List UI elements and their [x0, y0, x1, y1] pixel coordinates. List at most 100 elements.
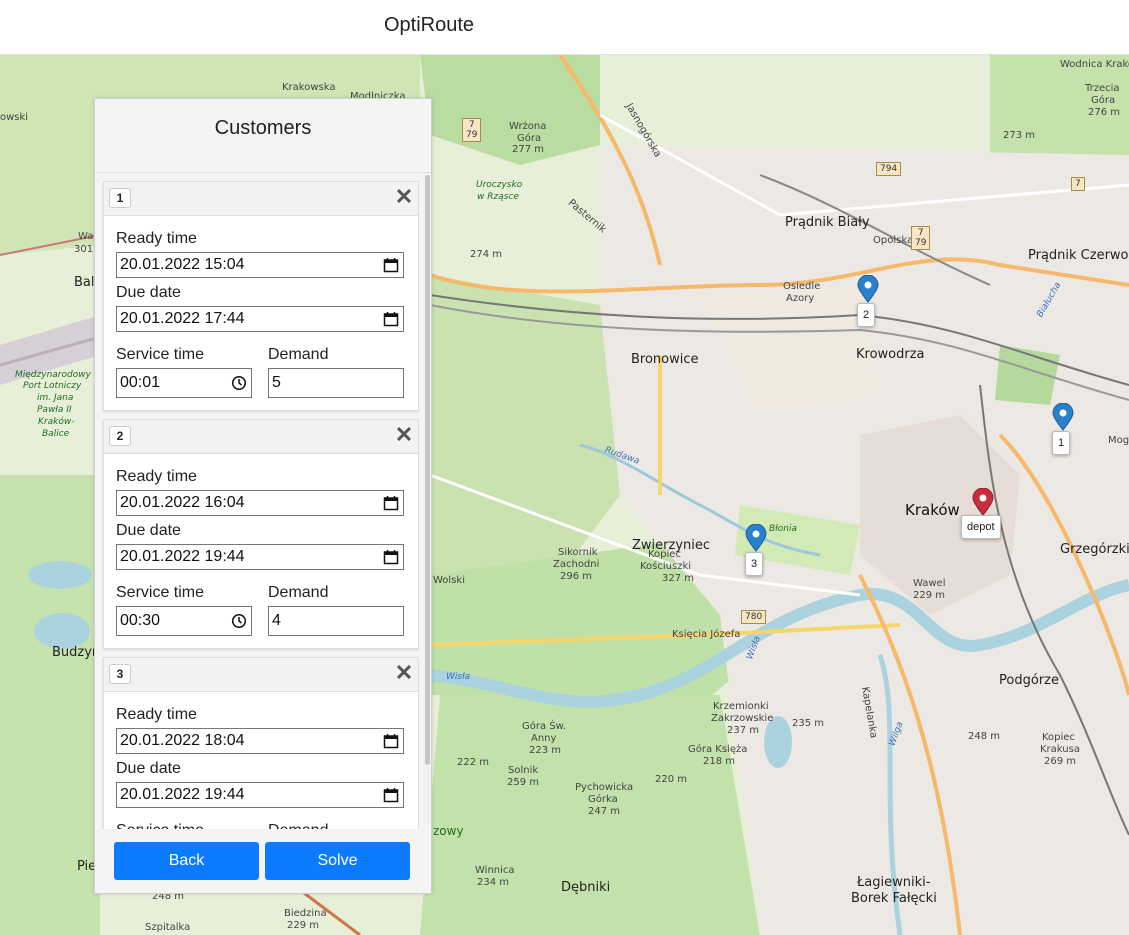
- clock-icon[interactable]: [231, 375, 247, 391]
- calendar-icon[interactable]: [383, 733, 399, 749]
- street-krakowska: Krakowska: [282, 82, 336, 93]
- due-date-label: Due date: [116, 760, 181, 777]
- place-kopiec-krakusa: Kopiec: [1042, 732, 1075, 743]
- road-shield-number: 7: [468, 120, 475, 130]
- place-pradnik-bialy: Prądnik Biały: [785, 215, 870, 230]
- place-airport-4: Pawła II: [37, 405, 72, 415]
- place-pychowicka: Pychowicka: [575, 782, 634, 793]
- service-time-value: 00:01: [120, 374, 161, 391]
- road-shield: 780: [741, 610, 767, 624]
- demand-value: 5: [272, 374, 281, 391]
- place-solnik: Solnik: [508, 765, 539, 776]
- due-date-input[interactable]: 20.01.2022 19:44: [116, 544, 404, 570]
- panel-title: Customers: [214, 117, 312, 139]
- ready-time-input[interactable]: 20.01.2022 18:04: [116, 728, 404, 754]
- place-234m: 234 m: [477, 877, 510, 888]
- place-wodnica: Wodnica Krakowa: [1060, 59, 1129, 70]
- road-shield-number: 79: [466, 130, 478, 140]
- place-wolski: Wolski: [433, 575, 465, 586]
- demand-label: Demand: [268, 822, 328, 829]
- service-time-input[interactable]: 00:30: [116, 606, 252, 636]
- demand-input[interactable]: 5: [268, 368, 404, 398]
- ready-time-label: Ready time: [116, 468, 197, 485]
- place-235m: 235 m: [792, 718, 825, 729]
- place-krzemionki: Krzemionki: [713, 701, 769, 712]
- service-time-label: Service time: [116, 584, 205, 601]
- customer-card-3: 3 ✕ Ready time 20.01.2022 18:04 Due date…: [103, 657, 419, 829]
- ready-time-input[interactable]: 20.01.2022 16:04: [116, 490, 404, 516]
- road-shield: 7 79: [462, 118, 482, 142]
- place-debniki: Dębniki: [561, 880, 611, 895]
- customer-card-2: 2 ✕ Ready time 20.01.2022 16:04 Due date…: [103, 419, 419, 649]
- ready-time-value: 20.01.2022 15:04: [120, 256, 245, 273]
- place-bronowice: Bronowice: [631, 352, 699, 367]
- place-krakow: Kraków: [905, 501, 960, 519]
- demand-input[interactable]: 4: [268, 606, 404, 636]
- customer-3-marker-label[interactable]: 3: [745, 552, 764, 576]
- depot-marker-label[interactable]: depot: [961, 515, 1001, 539]
- back-button[interactable]: Back: [114, 842, 259, 880]
- due-date-input[interactable]: 20.01.2022 17:44: [116, 306, 404, 332]
- customer-1-marker-icon[interactable]: [1051, 403, 1075, 431]
- calendar-icon[interactable]: [383, 257, 399, 273]
- place-218m: 218 m: [703, 756, 736, 767]
- calendar-icon[interactable]: [383, 311, 399, 327]
- road-shield-number: 7: [917, 228, 924, 238]
- place-grzegorzki: Grzegórzki: [1060, 542, 1129, 557]
- place-248m-2: 248 m: [968, 731, 1001, 742]
- place-296m: 296 m: [560, 571, 593, 582]
- place-budzyn: Budzyń: [52, 645, 101, 660]
- customer-card-1: 1 ✕ Ready time 20.01.2022 15:04 Due date…: [103, 181, 419, 411]
- ready-time-input[interactable]: 20.01.2022 15:04: [116, 252, 404, 278]
- ready-time-value: 20.01.2022 16:04: [120, 494, 245, 511]
- close-icon[interactable]: ✕: [394, 186, 414, 208]
- due-date-input[interactable]: 20.01.2022 19:44: [116, 782, 404, 808]
- place-301: 301: [74, 244, 94, 255]
- due-date-value: 20.01.2022 17:44: [120, 310, 245, 327]
- place-krakusa: Krakusa: [1040, 744, 1080, 755]
- river-wisla: Wisła: [446, 672, 471, 682]
- clock-icon[interactable]: [231, 613, 247, 629]
- place-229m: 229 m: [913, 590, 946, 601]
- place-220m: 220 m: [655, 774, 688, 785]
- place-223m: 223 m: [529, 745, 562, 756]
- customer-number-badge: 1: [109, 188, 131, 208]
- close-icon[interactable]: ✕: [394, 424, 414, 446]
- ready-time-value: 20.01.2022 18:04: [120, 732, 245, 749]
- place-kosciuszki: Kościuszki: [640, 561, 692, 572]
- place-uroczysko: Uroczysko: [476, 180, 523, 190]
- service-time-label: Service time: [116, 822, 204, 829]
- card-header: 2 ✕: [104, 420, 418, 454]
- place-277m: 277 m: [512, 144, 545, 155]
- customer-2-marker-icon[interactable]: [856, 275, 880, 303]
- scrollbar-thumb[interactable]: [425, 175, 430, 765]
- customer-number-badge: 3: [109, 664, 131, 684]
- depot-marker-icon[interactable]: [971, 488, 995, 516]
- place-winnica: Winnica: [475, 865, 515, 876]
- calendar-icon[interactable]: [383, 495, 399, 511]
- place-w-rzasce: w Rząsce: [477, 192, 519, 202]
- customer-3-marker-icon[interactable]: [744, 524, 768, 552]
- solve-button[interactable]: Solve: [265, 842, 410, 880]
- place-osiedle: Osiedle: [783, 281, 821, 292]
- road-shield: 794: [876, 162, 902, 176]
- customer-1-marker-label[interactable]: 1: [1052, 431, 1071, 455]
- service-time-input[interactable]: 00:01: [116, 368, 252, 398]
- due-date-value: 20.01.2022 19:44: [120, 548, 245, 565]
- close-icon[interactable]: ✕: [394, 662, 414, 684]
- place-blonia: Błonia: [769, 524, 797, 534]
- customer-list[interactable]: 1 ✕ Ready time 20.01.2022 15:04 Due date…: [101, 181, 419, 829]
- customer-2-marker-label[interactable]: 2: [857, 303, 876, 327]
- place-gora: Góra: [517, 133, 542, 144]
- street-opolska: Opolska: [873, 235, 914, 246]
- place-274m: 274 m: [470, 249, 503, 260]
- road-shield: 7: [1071, 177, 1085, 191]
- place-gora-ksieza: Góra Księża: [688, 744, 748, 755]
- place-229m-b: 229 m: [287, 920, 320, 931]
- place-wawel: Wawel: [913, 578, 946, 589]
- calendar-icon[interactable]: [383, 787, 399, 803]
- place-327m: 327 m: [662, 573, 695, 584]
- road-shield: 7 79: [911, 226, 931, 250]
- calendar-icon[interactable]: [383, 549, 399, 565]
- place-szpitalka: Szpitalka: [145, 922, 191, 933]
